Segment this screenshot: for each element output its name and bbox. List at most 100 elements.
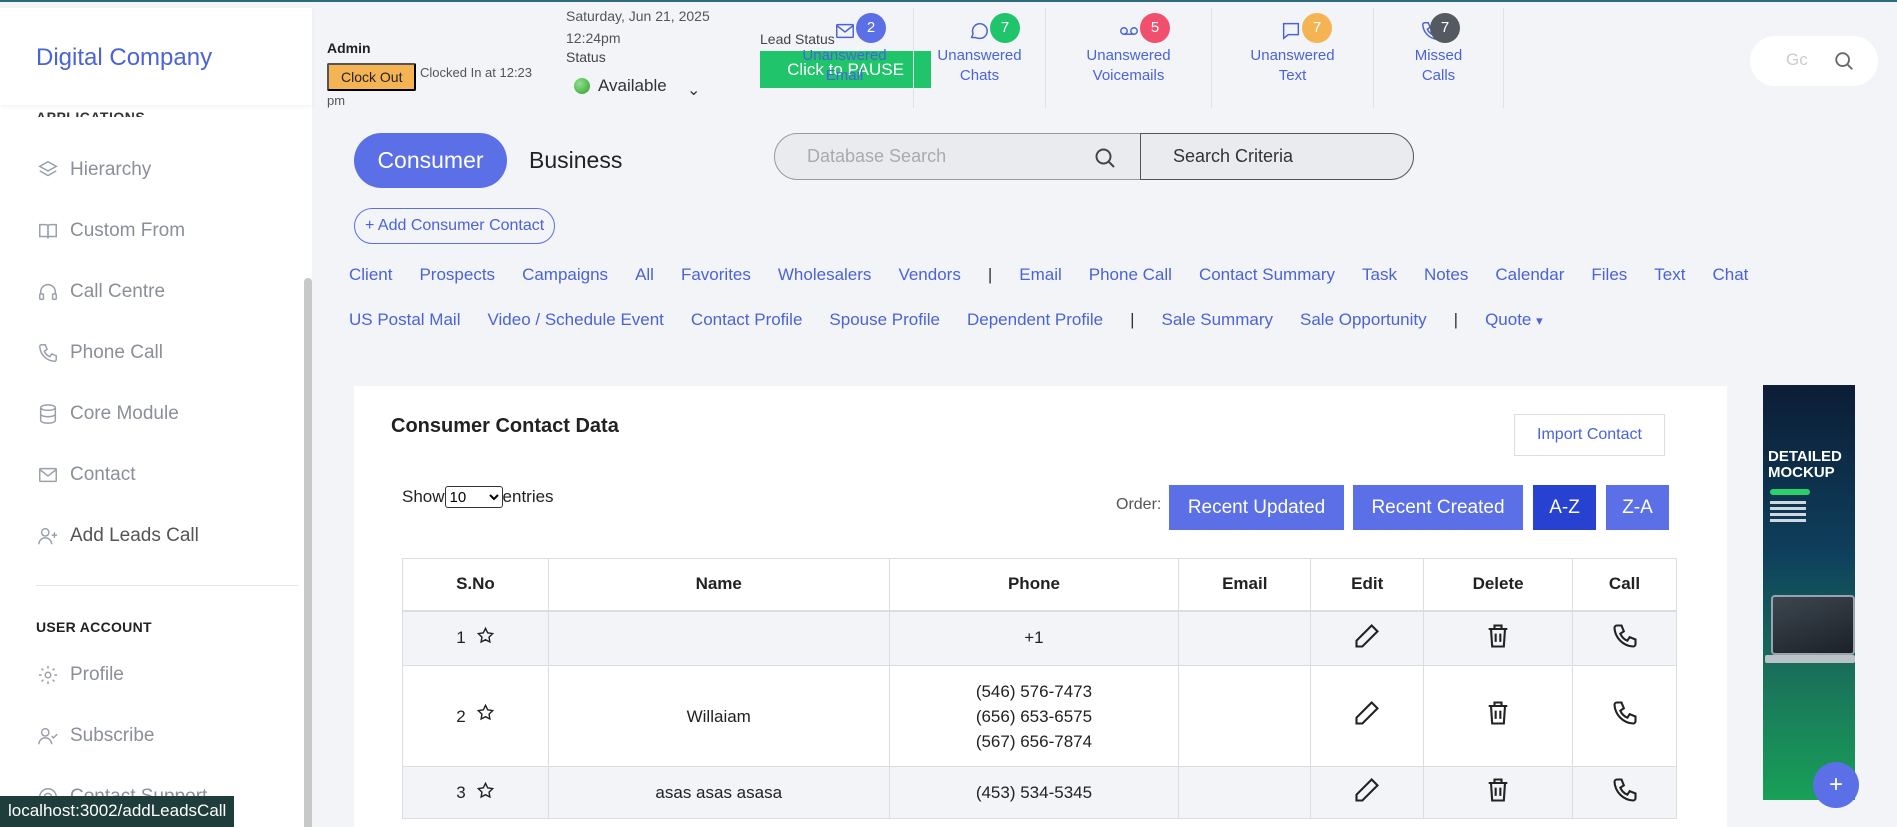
nav-quote-dropdown[interactable]: Quote ▾ xyxy=(1485,310,1543,330)
search-icon[interactable] xyxy=(1833,50,1855,72)
add-consumer-contact-button[interactable]: + Add Consumer Contact xyxy=(354,208,556,244)
trash-icon[interactable] xyxy=(1484,624,1512,654)
entries-select[interactable]: 10 xyxy=(444,486,503,508)
brand-title[interactable]: Digital Company xyxy=(36,44,212,72)
nav-dependent-profile[interactable]: Dependent Profile xyxy=(967,310,1103,330)
column-header-sno[interactable]: S.No xyxy=(402,558,549,612)
nav-wholesalers[interactable]: Wholesalers xyxy=(778,265,872,285)
nav-all[interactable]: All xyxy=(635,265,654,285)
star-icon[interactable] xyxy=(476,626,495,650)
unanswered-text-stat[interactable]: 7 Unanswered Text xyxy=(1212,8,1374,108)
nav-phone-call[interactable]: Phone Call xyxy=(1089,265,1172,285)
search-criteria-button[interactable]: Search Criteria xyxy=(1140,133,1414,180)
name-cell xyxy=(547,610,890,666)
stat-label: Unanswered Text xyxy=(1250,47,1335,84)
nav-vendors[interactable]: Vendors xyxy=(898,265,960,285)
voicemail-icon xyxy=(1116,20,1142,46)
business-tab[interactable]: Business xyxy=(509,133,642,188)
sidebar-item-profile[interactable]: Profile xyxy=(0,644,312,705)
sidebar-item-hierarchy[interactable]: Hierarchy xyxy=(0,139,312,200)
header-search[interactable]: Gc xyxy=(1750,36,1878,86)
nav-video-schedule-event[interactable]: Video / Schedule Event xyxy=(487,310,663,330)
sidebar-item-call-centre[interactable]: Call Centre xyxy=(0,261,312,322)
column-header-phone[interactable]: Phone xyxy=(888,558,1180,612)
nav-task[interactable]: Task xyxy=(1362,265,1397,285)
nav-campaigns[interactable]: Campaigns xyxy=(522,265,608,285)
name-cell: Willaiam xyxy=(547,665,890,767)
add-floating-button[interactable]: + xyxy=(1813,762,1859,808)
import-contact-button[interactable]: Import Contact xyxy=(1514,414,1665,456)
phone-icon[interactable] xyxy=(1611,624,1639,654)
missed-calls-count-badge: 7 xyxy=(1430,13,1460,43)
sidebar-item-core-module[interactable]: Core Module xyxy=(0,383,312,444)
availability-select[interactable]: Available xyxy=(574,76,667,96)
sidebar-item-add-leads-call[interactable]: Add Leads Call xyxy=(0,505,312,566)
column-header-name[interactable]: Name xyxy=(547,558,890,612)
sidebar-item-label: Phone Call xyxy=(70,341,163,363)
clock-out-button[interactable]: Clock Out xyxy=(327,63,417,91)
delete-cell xyxy=(1423,665,1574,767)
sidebar-item-label: Contact xyxy=(70,463,136,485)
nav-email[interactable]: Email xyxy=(1019,265,1062,285)
phone-cell: +1 xyxy=(888,610,1180,666)
sidebar-item-contact[interactable]: Contact xyxy=(0,444,312,505)
unanswered-chats-stat[interactable]: 7 Unanswered Chats xyxy=(914,8,1046,108)
nav-client[interactable]: Client xyxy=(349,265,392,285)
nav-separator: | xyxy=(1453,310,1459,329)
nav-chat[interactable]: Chat xyxy=(1712,265,1748,285)
nav-separator: | xyxy=(987,265,993,284)
nav-calendar[interactable]: Calendar xyxy=(1495,265,1564,285)
sidebar-item-custom-from[interactable]: Custom From xyxy=(0,200,312,261)
star-icon[interactable] xyxy=(476,781,495,805)
nav-sale-summary[interactable]: Sale Summary xyxy=(1162,310,1273,330)
sidebar-item-phone-call[interactable]: Phone Call xyxy=(0,322,312,383)
phone-icon[interactable] xyxy=(1611,700,1639,731)
nav-contact-profile[interactable]: Contact Profile xyxy=(691,310,803,330)
order-recent-created-button[interactable]: Recent Created xyxy=(1353,485,1523,530)
user-account-section-label: USER ACCOUNT xyxy=(36,619,152,635)
sidebar-item-label: Call Centre xyxy=(70,280,166,302)
nav-favorites[interactable]: Favorites xyxy=(681,265,751,285)
sidebar-item-subscribe[interactable]: Subscribe xyxy=(0,705,312,766)
chats-count-badge: 7 xyxy=(990,13,1020,43)
nav-row-2: US Postal Mail Video / Schedule Event Co… xyxy=(349,310,1570,330)
column-header-email[interactable]: Email xyxy=(1178,558,1312,612)
sno-cell: 1 xyxy=(402,610,549,666)
nav-prospects[interactable]: Prospects xyxy=(419,265,495,285)
order-recent-updated-button[interactable]: Recent Updated xyxy=(1169,485,1344,530)
nav-sale-opportunity[interactable]: Sale Opportunity xyxy=(1300,310,1427,330)
sidebar-app-list: Hierarchy Custom From Call Centre Phone … xyxy=(0,139,312,566)
current-date: Saturday, Jun 21, 2025 xyxy=(566,8,710,24)
nav-spouse-profile[interactable]: Spouse Profile xyxy=(829,310,940,330)
missed-calls-stat[interactable]: 7 Missed Calls xyxy=(1374,8,1504,108)
table-row: 2 Willaiam (546) 576-7473 (656) 653-6575… xyxy=(402,665,1677,767)
phone-icon[interactable] xyxy=(1611,778,1639,808)
layers-icon xyxy=(36,158,60,182)
pencil-icon[interactable] xyxy=(1353,623,1381,654)
database-search-input[interactable]: Database Search xyxy=(774,133,1141,180)
nav-files[interactable]: Files xyxy=(1591,265,1627,285)
sidebar-scrollbar[interactable] xyxy=(304,278,312,827)
trash-icon[interactable] xyxy=(1484,778,1512,808)
unanswered-email-stat[interactable]: 2 Unanswered Email xyxy=(776,8,914,108)
ad-banner[interactable]: DETAILED MOCKUP xyxy=(1763,385,1855,800)
headphones-icon xyxy=(36,280,60,304)
nav-us-postal-mail[interactable]: US Postal Mail xyxy=(349,310,460,330)
order-a-z-button[interactable]: A-Z xyxy=(1533,485,1596,530)
chevron-down-icon[interactable]: ⌄ xyxy=(687,80,700,100)
email-cell xyxy=(1178,766,1312,819)
search-icon[interactable] xyxy=(1093,146,1117,170)
nav-notes[interactable]: Notes xyxy=(1424,265,1468,285)
edit-cell xyxy=(1310,766,1425,819)
pencil-icon[interactable] xyxy=(1353,700,1381,731)
unanswered-voicemails-stat[interactable]: 5 Unanswered Voicemails xyxy=(1046,8,1212,108)
stat-label: Missed Calls xyxy=(1414,47,1463,84)
star-icon[interactable] xyxy=(476,703,495,729)
nav-text[interactable]: Text xyxy=(1654,265,1685,285)
order-z-a-button[interactable]: Z-A xyxy=(1606,485,1669,530)
nav-contact-summary[interactable]: Contact Summary xyxy=(1199,265,1335,285)
consumer-tab[interactable]: Consumer xyxy=(354,133,507,188)
availability-value: Available xyxy=(598,76,667,95)
trash-icon[interactable] xyxy=(1484,700,1512,731)
pencil-icon[interactable] xyxy=(1353,778,1381,808)
